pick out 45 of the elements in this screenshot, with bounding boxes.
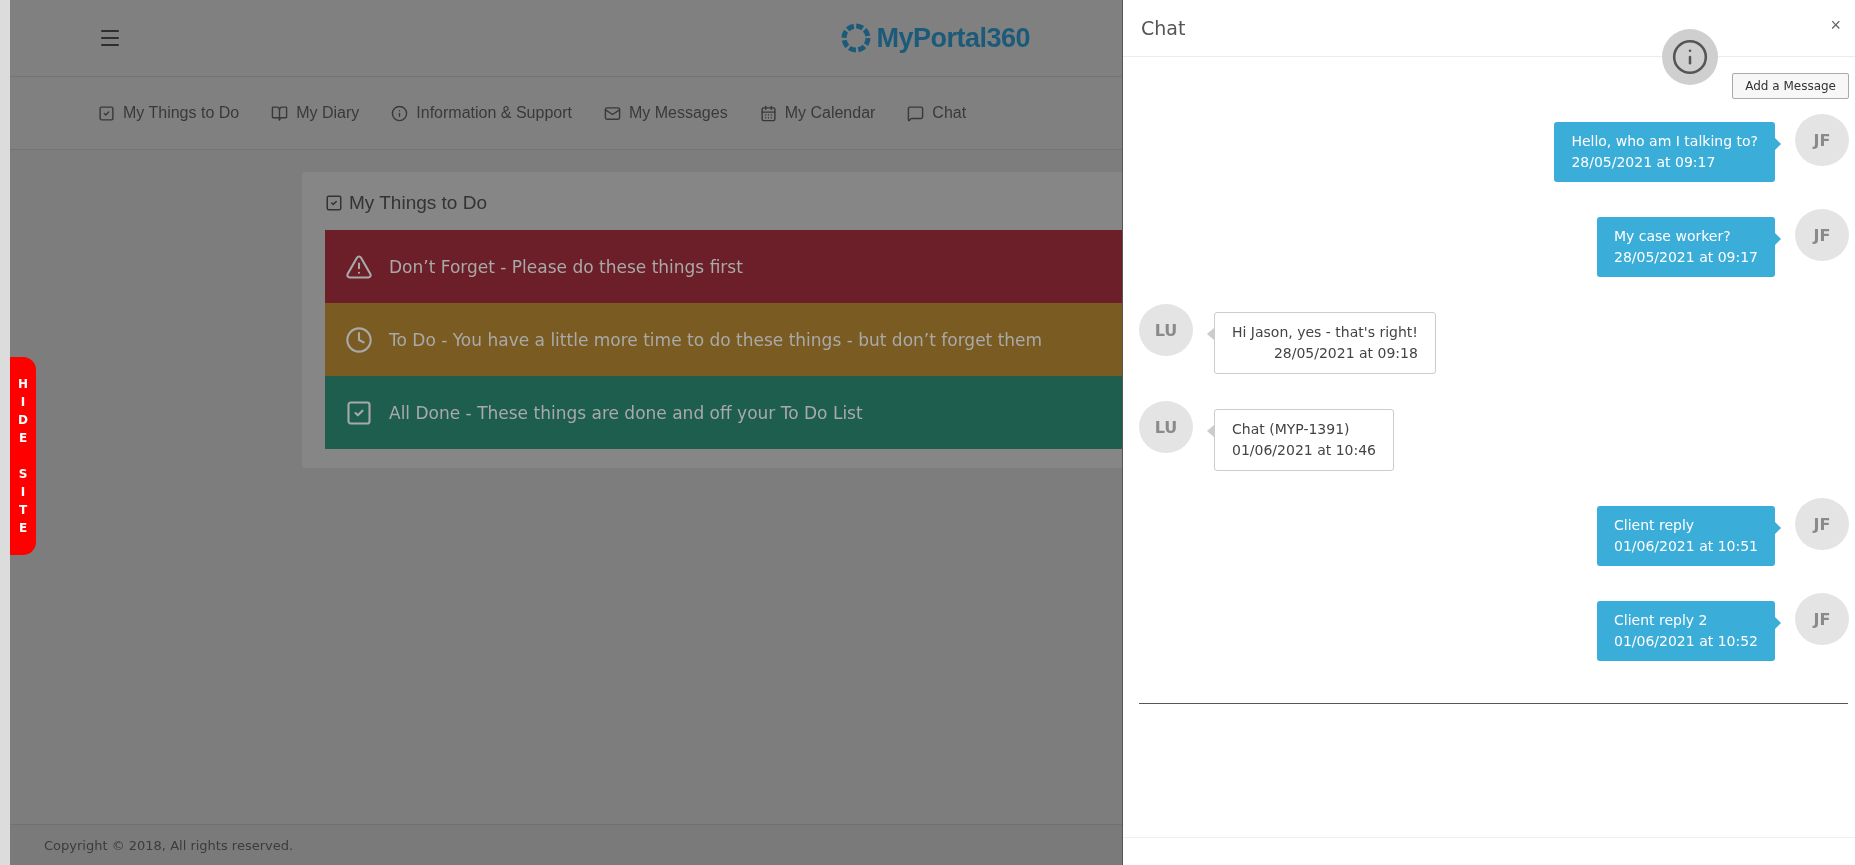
nav-link[interactable]: My Things to Do [98,104,240,122]
avatar: JF [1795,114,1849,166]
logo-text: MyPortal360 [876,22,1030,54]
todo-category-row[interactable]: Don’t Forget - Please do these things first [325,230,1122,303]
panel-title: Chat [1141,17,1186,39]
avatar: JF [1795,498,1849,550]
add-message-button[interactable]: Add a Message [1732,73,1849,99]
avatar: LU [1139,304,1193,356]
message-bubble: Hello, who am I talking to? 28/05/2021 at 09:17 [1554,122,1775,182]
calendar-icon [759,104,777,122]
nav-link[interactable]: Information & Support [391,104,572,122]
mail-icon [603,104,621,122]
message-bubble: Client reply 01/06/2021 at 10:51 [1597,506,1775,566]
checkbox-icon [98,104,115,122]
clock-icon [345,325,373,354]
checkbox-icon [325,194,343,212]
message-bubble: Chat (MYP-1391) 01/06/2021 at 10:46 [1214,409,1394,471]
nav-link[interactable]: Chat [907,104,967,122]
bubble-tail-icon [1207,425,1214,437]
info-icon [391,104,409,122]
book-icon [271,104,289,122]
message-bubble: Hi Jason, yes - that's right! 28/05/2021 at 09:18 [1214,312,1436,374]
nav-link[interactable]: My Calendar [759,104,876,122]
bubble-tail-icon [1775,233,1781,245]
speech-bubble-icon [907,104,925,122]
bubble-tail-icon [1775,138,1781,150]
nav-link[interactable]: My Diary [271,104,360,122]
bubble-tail-icon [1775,522,1781,534]
info-icon[interactable] [1662,29,1718,85]
aperture-logo-icon [840,22,873,54]
card-title: My Things to Do [349,192,487,214]
message-bubble: Client reply 2 01/06/2021 at 10:52 [1597,601,1775,661]
copyright-text: Copyright © 2018, All rights reserved. [44,837,294,853]
checkbox-icon [345,398,373,427]
message-bubble: My case worker? 28/05/2021 at 09:17 [1597,217,1775,277]
bubble-tail-icon [1207,328,1214,340]
todo-category-row[interactable]: To Do - You have a little more time to do these things - but don’t forget them [325,303,1122,376]
todo-category-row[interactable]: All Done - These things are done and off your To Do List [325,376,1122,449]
avatar: LU [1139,401,1193,453]
hide-site-tab[interactable]: HIDE SITE [10,357,36,555]
close-button[interactable]: × [1830,14,1841,36]
nav-link[interactable]: My Messages [603,104,728,122]
bubble-tail-icon [1775,617,1781,629]
avatar: JF [1795,209,1849,261]
avatar: JF [1795,593,1849,645]
